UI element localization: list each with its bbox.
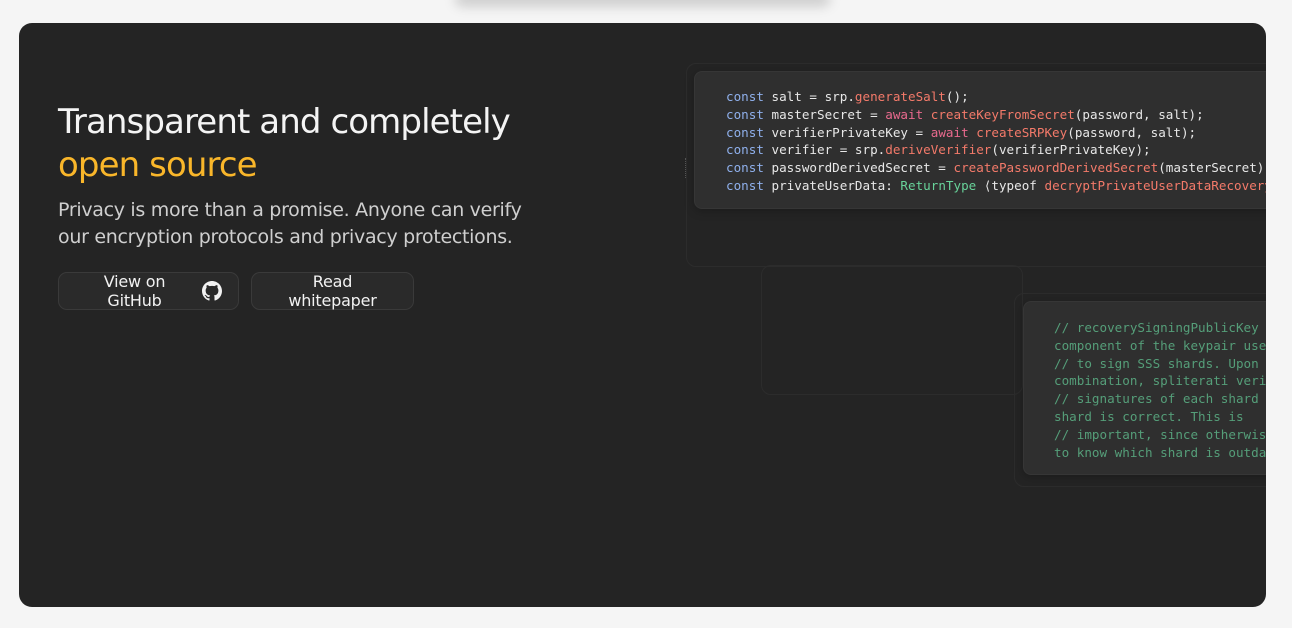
code-comment-line: // signatures of each shard to: [1054, 391, 1266, 407]
code-token: createSRPKey: [976, 124, 1068, 140]
code-token: const: [726, 106, 772, 122]
code-token: salt = srp.: [771, 89, 855, 104]
code-comment-line: // recoverySigningPublicKey is: [1054, 320, 1266, 335]
code-token: const: [726, 124, 772, 140]
code-token: verifierPrivateKey =: [771, 124, 931, 140]
code-token: verifier = srp.: [771, 142, 886, 158]
section-title: Transparent and completely open source: [58, 101, 511, 187]
code-token: const: [726, 160, 772, 176]
code-comment-line: component of the keypair used: [1054, 337, 1266, 353]
code-line: const passwordDerivedSecret = createPass…: [726, 159, 1266, 177]
title-line-1: Transparent and completely: [58, 102, 511, 142]
code-comment-line: to know which shard is outdate: [1054, 444, 1266, 460]
code-token: ReturnType: [900, 177, 984, 193]
read-whitepaper-button[interactable]: Read whitepaper: [251, 272, 414, 310]
code-token: ⟨typeof: [983, 177, 1045, 193]
code-snippet-srp: const salt = srp.generateSalt(); const ma…: [694, 71, 1266, 209]
code-token: generateSalt: [854, 89, 946, 104]
code-snippet-comments: // recoverySigningPublicKey is component …: [1023, 301, 1266, 475]
code-token: const: [726, 89, 772, 104]
code-token: (password, salt);: [1067, 124, 1197, 140]
code-token: (verifierPrivateKey);: [991, 142, 1151, 158]
section-subtitle: Privacy is more than a promise. Anyone c…: [58, 199, 522, 248]
code-comment-line: shard is correct. This is: [1054, 408, 1244, 424]
code-token: const: [726, 142, 772, 158]
whitepaper-button-label: Read whitepaper: [288, 272, 377, 310]
code-token: (masterSecret);: [1158, 160, 1266, 176]
code-line: const salt = srp.generateSalt();: [726, 88, 1266, 106]
code-comment-line: combination, spliterati verifie: [1054, 373, 1266, 389]
github-button-label: View on GitHub: [103, 272, 166, 310]
code-token: passwordDerivedSecret =: [771, 160, 954, 176]
code-token: decryptPrivateUserDataRecovery: [1044, 177, 1266, 193]
code-token: createPasswordDerivedSecret: [953, 160, 1159, 176]
open-source-section: Transparent and completely open source P…: [19, 23, 1266, 607]
panel-connector: [761, 265, 1023, 395]
code-token: createKeyFromSecret: [930, 106, 1075, 122]
title-highlight: open source: [58, 145, 258, 185]
code-comment-line: // important, since otherwise i: [1054, 426, 1266, 442]
code-token: const: [726, 177, 772, 193]
view-on-github-button[interactable]: View on GitHub: [58, 272, 239, 310]
code-line: const verifier = srp.deriveVerifier(veri…: [726, 141, 1266, 159]
code-token: privateUserData:: [771, 177, 901, 193]
code-line: const privateUserData: ReturnType ⟨typeo…: [726, 177, 1266, 195]
code-line: const masterSecret = await createKeyFrom…: [726, 106, 1266, 124]
code-comment-line: // to sign SSS shards. Upon sh: [1054, 355, 1266, 371]
code-token: await: [885, 106, 931, 122]
code-token: deriveVerifier: [885, 142, 992, 158]
code-token: (password, salt);: [1074, 106, 1204, 122]
code-token: ();: [945, 89, 969, 104]
drag-handle: [685, 158, 688, 178]
code-line: const verifierPrivateKey = await createS…: [726, 124, 1266, 142]
code-token: masterSecret =: [771, 106, 886, 122]
code-token: await: [930, 124, 977, 140]
github-icon: [202, 281, 222, 301]
